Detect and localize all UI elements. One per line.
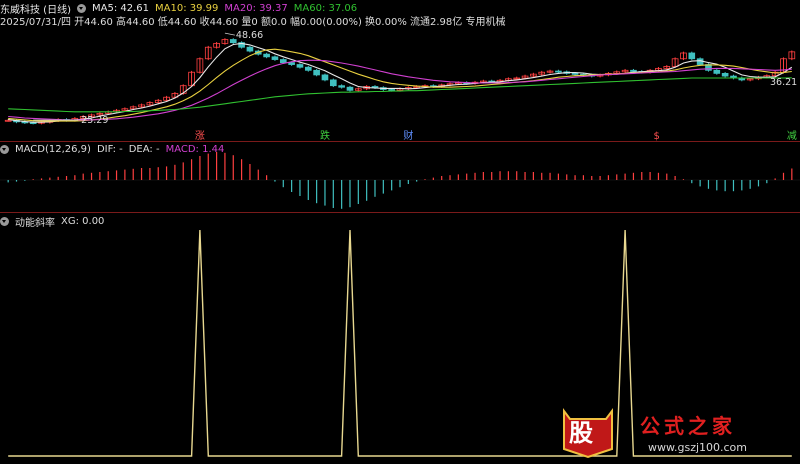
high-pointer (224, 32, 236, 36)
candle (288, 62, 295, 65)
candle (329, 79, 337, 87)
candle (296, 64, 304, 68)
candle (279, 59, 287, 64)
right-price-label: 36.21 (770, 77, 797, 88)
candle (313, 69, 320, 76)
high-price-label: 48.66 (236, 30, 263, 41)
event-mark: $ (653, 131, 659, 141)
watermark-name: 公式之家 (640, 414, 736, 438)
series-line-ma60 (8, 77, 792, 113)
candle (338, 85, 345, 88)
candle (321, 74, 329, 81)
candle (271, 56, 279, 60)
watermark-url: www.gszj100.com (648, 441, 748, 454)
event-mark: 减 (787, 130, 797, 141)
event-mark: 涨 (195, 130, 205, 141)
macd-chart[interactable] (0, 142, 800, 212)
candle (555, 70, 562, 73)
low-price-label: 25.29 (81, 115, 108, 126)
watermark-logo-char: 股 (569, 418, 593, 447)
candle (29, 122, 37, 125)
candle (246, 46, 254, 52)
candle (630, 69, 637, 72)
candle (571, 72, 579, 75)
candle (388, 89, 395, 91)
candle (721, 72, 729, 77)
candle (346, 86, 354, 91)
candle (713, 69, 721, 74)
candle (688, 52, 696, 60)
event-mark: 财 (403, 129, 413, 141)
candle (263, 53, 270, 58)
event-mark: 跌 (320, 129, 330, 141)
price-chart[interactable]: 48.66 25.29 36.21 涨 跌 财 $ 减 (0, 0, 800, 141)
candle (304, 66, 312, 71)
